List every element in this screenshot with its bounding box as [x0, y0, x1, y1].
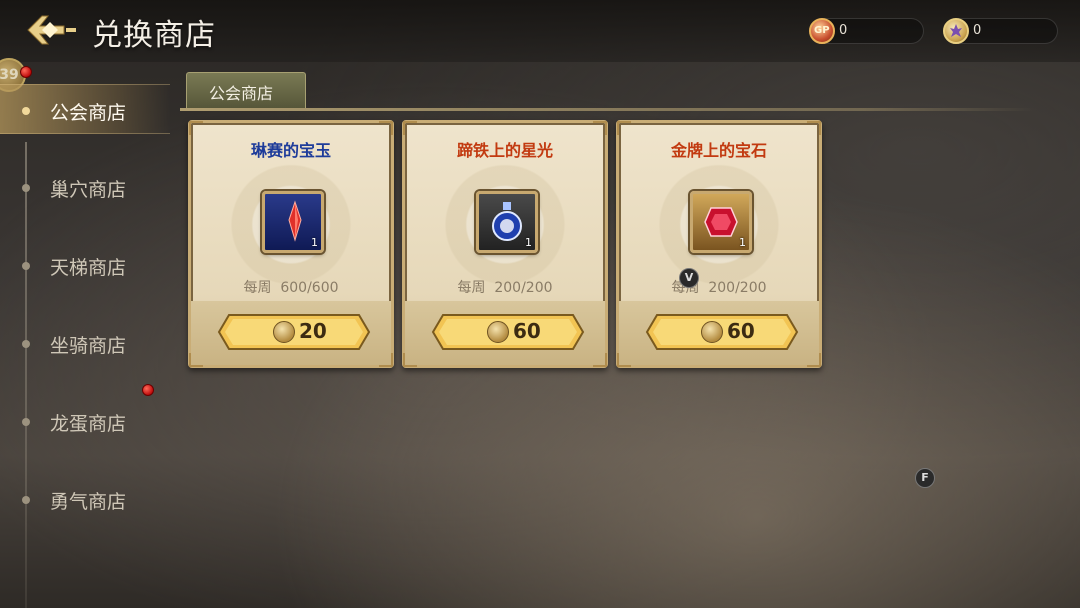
- sidebar-item-mount-shop[interactable]: 坐骑商店: [0, 318, 170, 368]
- item-name: 蹄铁上的星光: [456, 141, 553, 160]
- item-quantity: 1: [311, 236, 318, 249]
- shop-item-card[interactable]: 金牌上的宝石 1 每周 200/200 60: [616, 120, 822, 368]
- tab-label: 公会商店: [209, 84, 274, 103]
- tab-guild-shop[interactable]: 公会商店: [186, 72, 306, 108]
- purchase-limit: 每周 200/200: [457, 280, 553, 296]
- guild-coin-icon: [487, 321, 509, 343]
- purchase-limit: 每周 600/600: [243, 280, 339, 296]
- back-button[interactable]: [26, 12, 78, 48]
- price: 60: [513, 319, 541, 343]
- limit-value: 200/200: [708, 280, 767, 296]
- sidebar-item-ladder-shop[interactable]: 天梯商店: [0, 240, 170, 290]
- guild-coin-value: 0: [973, 23, 982, 38]
- item-slot[interactable]: 1: [476, 191, 538, 253]
- sidebar-item-label: 勇气商店: [50, 491, 127, 513]
- item-slot[interactable]: 1: [690, 191, 752, 253]
- buy-button[interactable]: 20: [217, 313, 371, 351]
- bullet-dot-icon: [22, 340, 30, 348]
- sidebar-item-label: 公会商店: [50, 102, 127, 124]
- gp-coin-icon: GP: [809, 18, 835, 44]
- item-quantity: 1: [739, 236, 746, 249]
- bullet-dot-icon: [22, 496, 30, 504]
- sidebar-item-courage-shop[interactable]: 勇气商店: [0, 474, 170, 524]
- bullet-dot-icon: [22, 262, 30, 270]
- purchase-limit: 每周 200/200: [671, 280, 767, 296]
- guild-coin-icon: [943, 18, 969, 44]
- item-slot[interactable]: 1: [262, 191, 324, 253]
- sidebar-item-label: 坐骑商店: [50, 335, 127, 357]
- page-title: 兑换商店: [92, 18, 216, 53]
- shop-item-card[interactable]: 琳赛的宝玉 1 每周 600/600 20: [188, 120, 394, 368]
- guild-coin-currency[interactable]: 0: [943, 18, 1058, 44]
- bullet-dot-icon: [22, 184, 30, 192]
- buy-button[interactable]: 60: [645, 313, 799, 351]
- notification-dot: [142, 384, 154, 396]
- tab-underline: [180, 108, 1035, 111]
- notification-dot: [20, 66, 32, 78]
- back-arrow-icon: [27, 15, 76, 45]
- key-hint-f: F: [915, 468, 935, 488]
- item-quantity: 1: [525, 236, 532, 249]
- sidebar-item-label: 龙蛋商店: [50, 413, 127, 435]
- sidebar-item-guild-shop[interactable]: 公会商店: [0, 84, 170, 134]
- shop-sidebar: 39 公会商店 巢穴商店 天梯商店 坐骑商店 龙蛋商店 勇气商店: [0, 58, 170, 608]
- top-bar: 兑换商店 GP 0 0: [0, 0, 1080, 62]
- sidebar-item-label: 天梯商店: [50, 257, 127, 279]
- item-name: 金牌上的宝石: [670, 141, 767, 160]
- bullet-dot-icon: [22, 418, 30, 426]
- price: 60: [727, 319, 755, 343]
- shop-item-card[interactable]: 蹄铁上的星光 1 每周 200/200 60: [402, 120, 608, 368]
- buy-button[interactable]: 60: [431, 313, 585, 351]
- sidebar-item-lair-shop[interactable]: 巢穴商店: [0, 162, 170, 212]
- guild-coin-icon: [701, 321, 723, 343]
- sidebar-item-label: 巢穴商店: [50, 179, 127, 201]
- price: 20: [299, 319, 327, 343]
- gp-currency[interactable]: GP 0: [809, 18, 924, 44]
- guild-coin-icon: [273, 321, 295, 343]
- sidebar-item-dragon-egg-shop[interactable]: 龙蛋商店: [0, 396, 170, 446]
- gp-value: 0: [839, 23, 848, 38]
- item-name: 琳赛的宝玉: [250, 141, 331, 160]
- bullet-dot-icon: [22, 107, 30, 115]
- key-hint-v: V: [679, 268, 699, 288]
- limit-value: 200/200: [494, 280, 553, 296]
- limit-value: 600/600: [280, 280, 339, 296]
